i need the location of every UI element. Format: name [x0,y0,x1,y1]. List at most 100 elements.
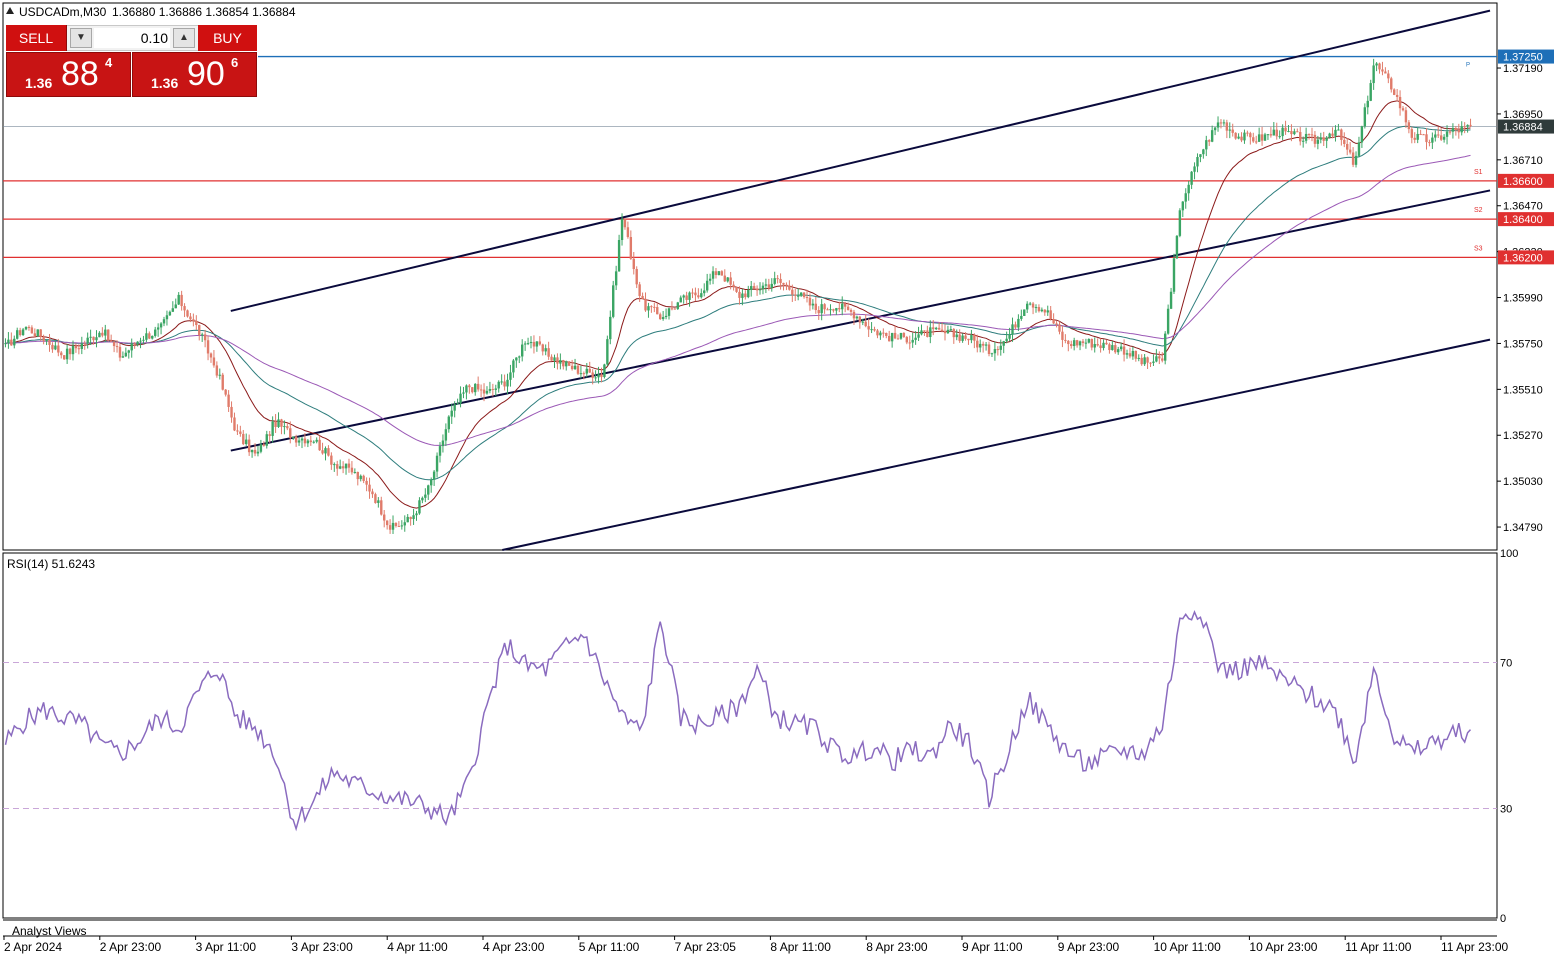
candle [791,289,794,295]
candle [981,343,985,346]
candle [562,360,565,367]
candle [16,330,19,339]
candle [758,289,762,291]
candle [676,302,680,309]
candle [268,434,271,436]
ask-quote-button[interactable]: 1.36 90 6 [132,52,257,97]
candle [550,356,553,361]
candle [1219,122,1223,124]
candle [65,348,69,360]
candle [374,494,377,503]
candle [1184,193,1187,202]
candle [124,352,128,357]
candle [162,319,166,324]
candle [21,329,25,336]
candle [802,292,806,298]
candle [259,444,263,452]
sell-button[interactable]: SELL [6,25,67,51]
level-price-tag: 1.36200 [1503,252,1543,264]
candle [344,463,348,469]
candle [600,374,603,378]
candle [1390,78,1393,90]
candle [841,303,844,310]
candle [409,516,412,520]
candle [917,334,920,338]
candle [747,289,750,298]
buy-button[interactable]: BUY [198,25,257,51]
candle [1290,130,1293,135]
candle [955,334,958,338]
candle [805,297,809,299]
candle [309,440,313,443]
candle [485,390,489,394]
candle [412,515,415,520]
candle [1081,341,1085,343]
candle [1413,137,1416,140]
lot-increase-icon[interactable]: ▲ [173,28,195,48]
candle [1351,152,1355,165]
ma-slow-line [5,154,1471,446]
candle [843,303,847,307]
candle [858,316,862,323]
candle [1281,127,1284,137]
collapse-triangle-icon[interactable] [6,7,14,14]
level-tag-s2: S2 [1474,207,1483,214]
candle [109,340,113,342]
candle [688,292,691,300]
time-tick-label: 10 Apr 11:00 [1154,940,1221,954]
candle [638,284,641,296]
candle [286,426,289,429]
candle [336,464,339,469]
candle [682,295,685,298]
candle [1366,100,1369,108]
analyst-views-tab[interactable]: Analyst Views [12,924,86,938]
candle [168,311,172,316]
candle [764,284,768,286]
bid-prefix: 1.36 [25,75,53,91]
candle [1343,139,1346,144]
candle [984,344,988,346]
candle [653,306,656,308]
candle [720,271,724,276]
candle [544,348,547,352]
candle [996,349,1000,351]
candle [77,348,81,350]
candle [532,341,536,347]
lot-decrease-icon[interactable]: ▼ [70,28,92,48]
candle [133,343,136,345]
bid-quote-button[interactable]: 1.36 88 4 [6,52,131,97]
candle [377,500,380,503]
candle [1096,344,1099,346]
candle [391,522,395,530]
chart-canvas[interactable]: S1S2S3P 1.371901.369501.367101.364701.36… [0,0,1560,960]
candle [535,341,539,347]
candle [1014,324,1017,328]
candle [714,271,718,275]
candle [632,258,635,270]
candle [796,295,800,297]
candle [567,361,571,366]
candle [1187,184,1190,194]
candle [54,345,57,350]
candle [1181,201,1185,211]
candle [1346,143,1349,150]
rsi-panel: 100 70 30 0 [3,548,1518,925]
candle [1375,63,1378,66]
candle [641,295,644,299]
candle [453,404,456,411]
current-price-tag: 1.36884 [1503,122,1543,134]
candle [1158,356,1161,359]
price-tick-label: 1.35510 [1503,384,1543,396]
candle [89,336,92,338]
candle [95,337,98,341]
candle [509,372,512,380]
candle [1257,134,1261,142]
candle [773,278,776,284]
candle [635,269,638,285]
candle [200,334,204,336]
candle [1040,309,1044,312]
candle [338,466,342,469]
candle [435,455,439,472]
lot-size-input[interactable]: 0.10 [94,28,170,48]
price-tick-label: 1.35750 [1503,338,1543,350]
